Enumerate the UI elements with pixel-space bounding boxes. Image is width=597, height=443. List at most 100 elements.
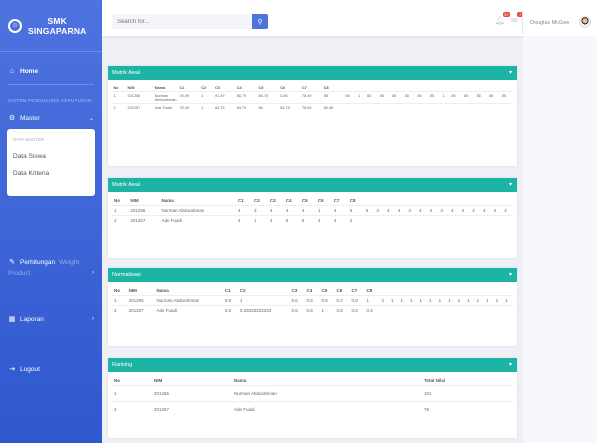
nav-perhitungan-extra1: Weight	[59, 258, 80, 266]
cell: 85	[365, 91, 379, 104]
cell: 0.6	[289, 295, 305, 306]
cell: 1	[112, 295, 127, 306]
cell: 1	[493, 295, 504, 306]
cell: 1	[455, 295, 466, 306]
search-icon: ⚲	[257, 18, 263, 26]
messages-button[interactable]: ✉ 7	[511, 12, 523, 25]
cell: 0.8	[349, 305, 365, 315]
cell: 84.75	[278, 103, 301, 111]
col-header: C3	[214, 85, 220, 90]
cell: 0.8	[304, 295, 320, 306]
nav-perhitungan-extra2: Product	[8, 269, 31, 277]
cell: 1	[441, 91, 450, 104]
cell: 85	[403, 91, 416, 104]
alerts-button[interactable]: 🔔︎ 3+	[495, 12, 511, 25]
cell: 1	[427, 295, 437, 306]
card-normalisasi: Normalisasi ▾ No NIM Nama C1 C2 C3 C4 C5…	[108, 268, 517, 346]
col-header: No	[114, 288, 120, 293]
table-row: 2 201257 Ade Fuadi 76	[112, 401, 513, 417]
cell: 1	[237, 295, 290, 306]
cell: 1	[251, 215, 268, 225]
cell: Ade Fuadi	[153, 103, 179, 111]
cell: 201256	[126, 91, 154, 104]
envelope-icon: ✉	[511, 16, 518, 25]
col-header: C8	[323, 85, 329, 90]
nav-logout[interactable]: ⇥ Logout	[0, 360, 102, 378]
cell: 0.4	[364, 305, 380, 315]
cell: 0.6	[334, 305, 350, 315]
caret-down-icon[interactable]: ▾	[509, 69, 512, 76]
cell: 3	[374, 205, 386, 216]
cell: 3	[267, 205, 284, 216]
cell: 201257	[152, 401, 232, 417]
cell: 4	[235, 205, 252, 216]
cell: 4	[406, 205, 418, 216]
logo-icon: ☺	[8, 18, 22, 33]
submenu-item-data-kriteria[interactable]: Data Kriteria	[7, 165, 95, 182]
cell: 1	[417, 295, 428, 306]
card-title: Normalisasi	[112, 272, 141, 278]
submenu-item-data-siswa[interactable]: Data Siswa	[7, 148, 95, 165]
cell: 0.6	[319, 295, 335, 306]
brand-name: SMK SINGAPARNA	[28, 16, 87, 36]
cell: 1	[398, 295, 409, 306]
table-row: 2 201257 Ade Fuadi 4 1 3 5 5 3 4 2	[112, 215, 513, 225]
col-header: C4	[236, 85, 242, 90]
cell: 2	[347, 215, 364, 225]
cell: Nurman Abdurahman	[154, 295, 223, 306]
brand[interactable]: ☺ SMK SINGAPARNA	[0, 0, 102, 52]
nav-perhitungan[interactable]: ✎ Perhitungan Weight	[0, 256, 102, 268]
home-icon: ⌂	[9, 67, 15, 75]
cell: 4	[417, 205, 428, 216]
card-ranking: Ranking ▾ No NIM Nama Total Nilai 1 2012…	[108, 358, 517, 438]
caret-down-icon[interactable]: ▾	[509, 181, 512, 188]
col-header: C5	[258, 85, 264, 90]
chevron-right-icon: ›	[92, 270, 94, 276]
pencil-icon: ✎	[9, 259, 15, 266]
nav-home[interactable]: ⌂ Home	[0, 62, 102, 80]
cell: Nurman Abdurahman	[159, 205, 236, 216]
cell: 4	[448, 205, 460, 216]
nav-master[interactable]: ⚙ Master ⌄	[0, 109, 102, 127]
avatar[interactable]	[579, 16, 591, 28]
user-name[interactable]: Douglas McGee	[530, 20, 569, 26]
cell: 2	[112, 305, 127, 315]
nav-laporan[interactable]: ▦ Laporan ›	[0, 310, 102, 328]
col-header: Nama	[156, 288, 169, 293]
caret-down-icon[interactable]: ▾	[509, 271, 512, 278]
cell: 5	[347, 205, 364, 216]
cell: 2	[379, 295, 389, 306]
cell: 5	[299, 215, 316, 225]
col-header: C4	[285, 198, 292, 203]
col-header: NIM	[130, 198, 139, 203]
cell: 78.49	[300, 91, 323, 104]
col-header: C1	[179, 85, 185, 90]
search-button[interactable]: ⚲	[252, 14, 268, 29]
table-row: 1 201256 Nurman Abdurahman 101	[112, 385, 513, 402]
col-header: C3	[291, 288, 298, 293]
search-input[interactable]	[112, 14, 252, 29]
cell: 0.33333333333	[237, 305, 290, 315]
cell: 4	[459, 205, 471, 216]
caret-down-icon[interactable]: ▾	[509, 361, 512, 368]
cell: 1	[356, 91, 366, 104]
cell: 76.49	[300, 103, 323, 111]
cell: 1	[364, 295, 380, 306]
card-header: Ranking ▾	[108, 358, 517, 372]
cell: 4	[385, 205, 396, 216]
logout-icon: ⇥	[9, 366, 15, 373]
table-row: 1 201256 Nurman Abdurahman 4 3 3 3 3 1 4…	[112, 205, 513, 216]
col-header: C8	[366, 288, 373, 293]
col-header: C6	[317, 198, 324, 203]
col-header: C7	[351, 288, 358, 293]
nav-logout-label: Logout	[20, 365, 40, 373]
cell: 1	[315, 205, 332, 216]
card-title: Matrik Awal	[112, 70, 141, 76]
card-header: Normalisasi ▾	[108, 268, 517, 282]
cell: 85	[415, 91, 429, 104]
normalisasi-table: No NIM Nama C1 C2 C3 C4 C5 C6 C7 C8 1 20…	[112, 286, 513, 315]
sidebar: ☺ SMK SINGAPARNA ⌂ Home SISTEM PENDUKUNG…	[0, 0, 102, 443]
cell: 86.79	[235, 91, 257, 104]
cell: 1	[199, 91, 214, 104]
nav-perhitungan-row2[interactable]: Product ›	[0, 268, 102, 278]
